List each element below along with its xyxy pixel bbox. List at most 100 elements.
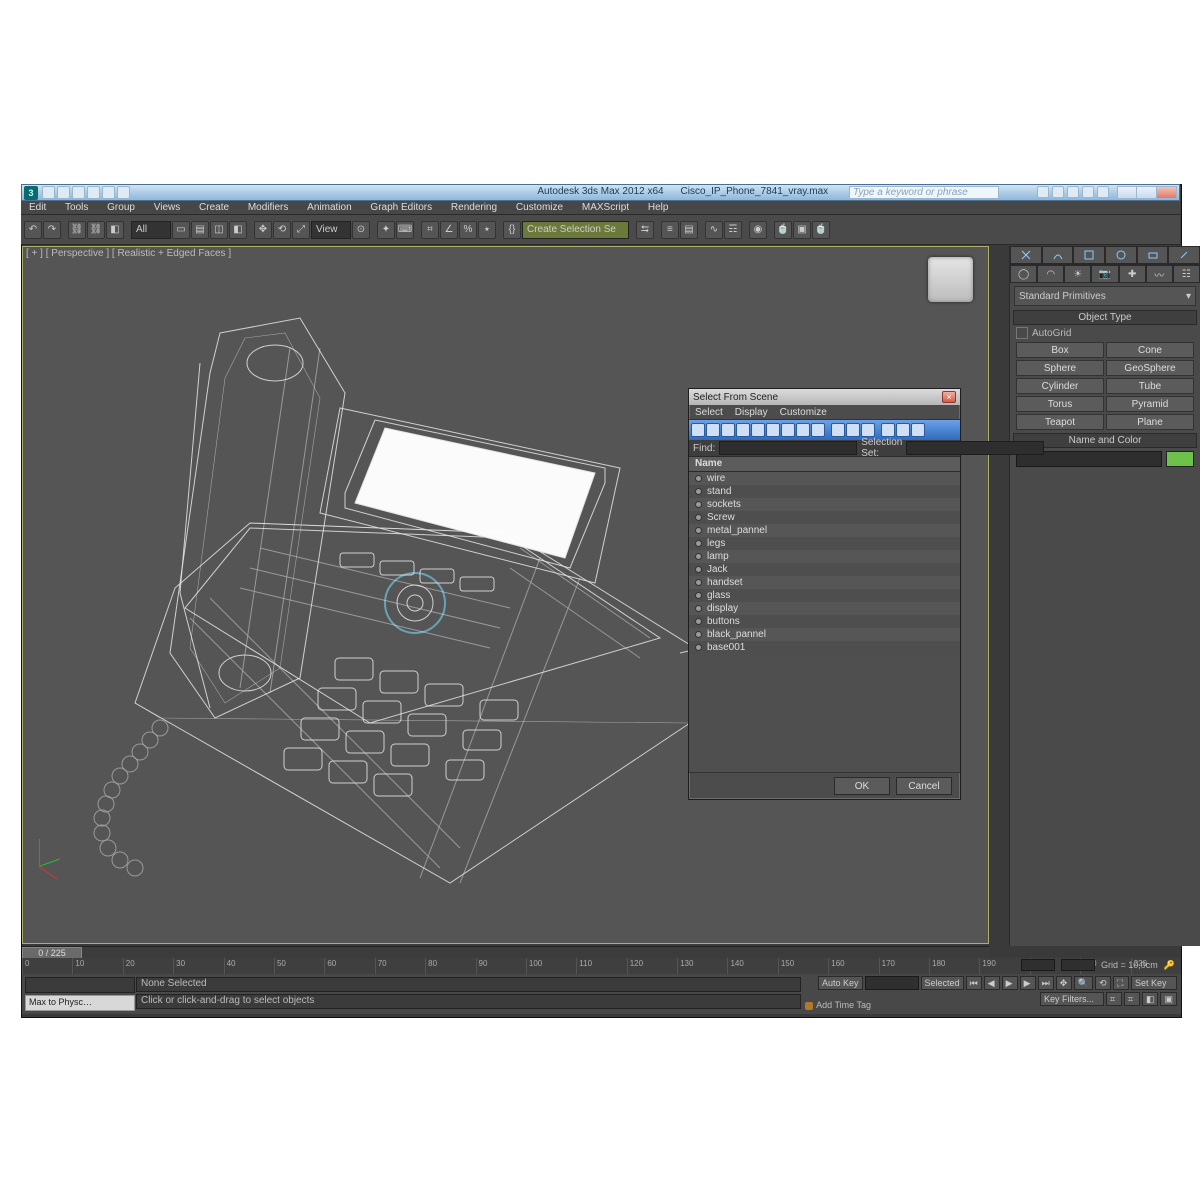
next-frame-icon[interactable]: ▶ [1020, 976, 1036, 990]
filter-geometry-icon[interactable] [691, 423, 705, 437]
goto-end-icon[interactable]: ⏭ [1038, 976, 1054, 990]
curve-editor-icon[interactable]: ∿ [705, 221, 723, 239]
named-selection-dropdown[interactable]: Create Selection Se [522, 221, 629, 239]
primitive-tube[interactable]: Tube [1106, 378, 1194, 394]
menu-customize[interactable]: Customize [508, 201, 571, 215]
key-mode-dropdown[interactable]: Selected [921, 976, 964, 990]
render-setup-icon[interactable]: 🍵 [774, 221, 792, 239]
primitive-cylinder[interactable]: Cylinder [1016, 378, 1104, 394]
list-item[interactable]: buttons [689, 615, 960, 628]
subscription-icon[interactable] [1052, 186, 1064, 198]
rotate-icon[interactable]: ⟲ [273, 221, 291, 239]
filter-xrefs-icon[interactable] [796, 423, 810, 437]
menu-group[interactable]: Group [99, 201, 143, 215]
select-none-icon[interactable] [846, 423, 860, 437]
window-crossing-icon[interactable]: ◧ [229, 221, 247, 239]
dialog-menu-select[interactable]: Select [695, 407, 723, 418]
cameras-subtab-icon[interactable]: 📷 [1091, 265, 1118, 283]
nav-pan-icon[interactable]: ✥ [1056, 976, 1072, 990]
primitive-box[interactable]: Box [1016, 342, 1104, 358]
nav-min-max-icon[interactable]: ▣ [1160, 992, 1177, 1006]
menu-edit[interactable]: Edit [21, 201, 54, 215]
angle-snap-icon[interactable]: ∠ [440, 221, 458, 239]
list-item[interactable]: sockets [689, 498, 960, 511]
systems-subtab-icon[interactable]: ☷ [1173, 265, 1200, 283]
select-object-icon[interactable]: ▭ [172, 221, 190, 239]
primitive-teapot[interactable]: Teapot [1016, 414, 1104, 430]
lights-subtab-icon[interactable]: ☀ [1064, 265, 1091, 283]
link-icon[interactable]: ⛓ [68, 221, 86, 239]
minimize-button[interactable] [1117, 186, 1137, 199]
select-name-icon[interactable]: ▤ [191, 221, 209, 239]
filter-lights-icon[interactable] [721, 423, 735, 437]
menu-rendering[interactable]: Rendering [443, 201, 505, 215]
create-tab-icon[interactable] [1010, 246, 1042, 264]
primitive-torus[interactable]: Torus [1016, 396, 1104, 412]
maximize-button[interactable] [1137, 186, 1157, 199]
select-invert-icon[interactable] [861, 423, 875, 437]
key-filters-dropdown[interactable] [865, 976, 919, 990]
list-item[interactable]: Screw [689, 511, 960, 524]
maxscript-mini-listener[interactable] [25, 977, 135, 993]
list-item[interactable]: base001 [689, 641, 960, 654]
spinner-snap-icon[interactable]: ⭑ [478, 221, 496, 239]
dialog-title-bar[interactable]: Select From Scene × [689, 389, 960, 405]
configure-icon[interactable] [911, 423, 925, 437]
nav-zoom-icon[interactable]: 🔍 [1074, 976, 1093, 990]
auto-key-button[interactable]: Auto Key [818, 976, 863, 990]
dialog-menu-customize[interactable]: Customize [780, 407, 827, 418]
play-icon[interactable]: ▶ [1002, 976, 1018, 990]
nav-zoom-extents-icon[interactable]: ⌗ [1106, 992, 1122, 1006]
viewcube-icon[interactable] [928, 257, 973, 302]
dialog-menu-display[interactable]: Display [735, 407, 768, 418]
geometry-subtab-icon[interactable]: ◯ [1010, 265, 1037, 283]
render-frame-icon[interactable]: ▣ [793, 221, 811, 239]
dialog-object-list[interactable]: wire stand sockets Screw metal_pannel le… [689, 472, 960, 772]
selection-set-dropdown[interactable] [906, 441, 1044, 455]
bind-icon[interactable]: ◧ [106, 221, 124, 239]
layers-icon[interactable]: ▤ [680, 221, 698, 239]
dialog-column-header[interactable]: Name [689, 457, 960, 472]
list-item[interactable]: metal_pannel [689, 524, 960, 537]
help-icon[interactable] [1097, 186, 1109, 198]
viewport-label[interactable]: [ + ] [ Perspective ] [ Realistic + Edge… [26, 248, 231, 259]
helpers-subtab-icon[interactable]: ✚ [1119, 265, 1146, 283]
frame-spinner[interactable] [1021, 959, 1055, 971]
filter-shapes-icon[interactable] [706, 423, 720, 437]
percent-snap-icon[interactable]: % [459, 221, 477, 239]
exchange-icon[interactable] [1067, 186, 1079, 198]
search-icon[interactable] [1037, 186, 1049, 198]
object-color-swatch[interactable] [1166, 451, 1194, 467]
shapes-subtab-icon[interactable]: ◠ [1037, 265, 1064, 283]
schematic-icon[interactable]: ☶ [724, 221, 742, 239]
menu-grapheditors[interactable]: Graph Editors [362, 201, 440, 215]
menu-views[interactable]: Views [146, 201, 189, 215]
rollout-object-type[interactable]: Object Type [1013, 310, 1197, 325]
spacewarps-subtab-icon[interactable]: 〰 [1146, 265, 1173, 283]
dialog-close-icon[interactable]: × [942, 391, 956, 403]
display-influences-icon[interactable] [896, 423, 910, 437]
list-item[interactable]: black_pannel [689, 628, 960, 641]
primitive-pyramid[interactable]: Pyramid [1106, 396, 1194, 412]
list-item[interactable]: legs [689, 537, 960, 550]
close-button[interactable] [1157, 186, 1177, 199]
list-item[interactable]: wire [689, 472, 960, 485]
menu-tools[interactable]: Tools [57, 201, 96, 215]
select-all-icon[interactable] [831, 423, 845, 437]
display-tab-icon[interactable] [1137, 246, 1169, 264]
list-item[interactable]: handset [689, 576, 960, 589]
manipulate-icon[interactable]: ✦ [377, 221, 395, 239]
primitive-plane[interactable]: Plane [1106, 414, 1194, 430]
modify-tab-icon[interactable] [1042, 246, 1074, 264]
keyboard-shortcut-icon[interactable]: ⌨ [396, 221, 414, 239]
nav-zoom-all-icon[interactable]: ⌗ [1124, 992, 1140, 1006]
dialog-cancel-button[interactable]: Cancel [896, 777, 952, 795]
help-search-input[interactable]: Type a keyword or phrase [849, 186, 999, 199]
menu-modifiers[interactable]: Modifiers [240, 201, 297, 215]
filter-bones-icon[interactable] [811, 423, 825, 437]
unlink-icon[interactable]: ⛓ [87, 221, 105, 239]
primitive-cone[interactable]: Cone [1106, 342, 1194, 358]
category-dropdown[interactable]: Standard Primitives▾ [1014, 286, 1196, 306]
list-item[interactable]: Jack [689, 563, 960, 576]
prev-frame-icon[interactable]: ◀ [984, 976, 1000, 990]
